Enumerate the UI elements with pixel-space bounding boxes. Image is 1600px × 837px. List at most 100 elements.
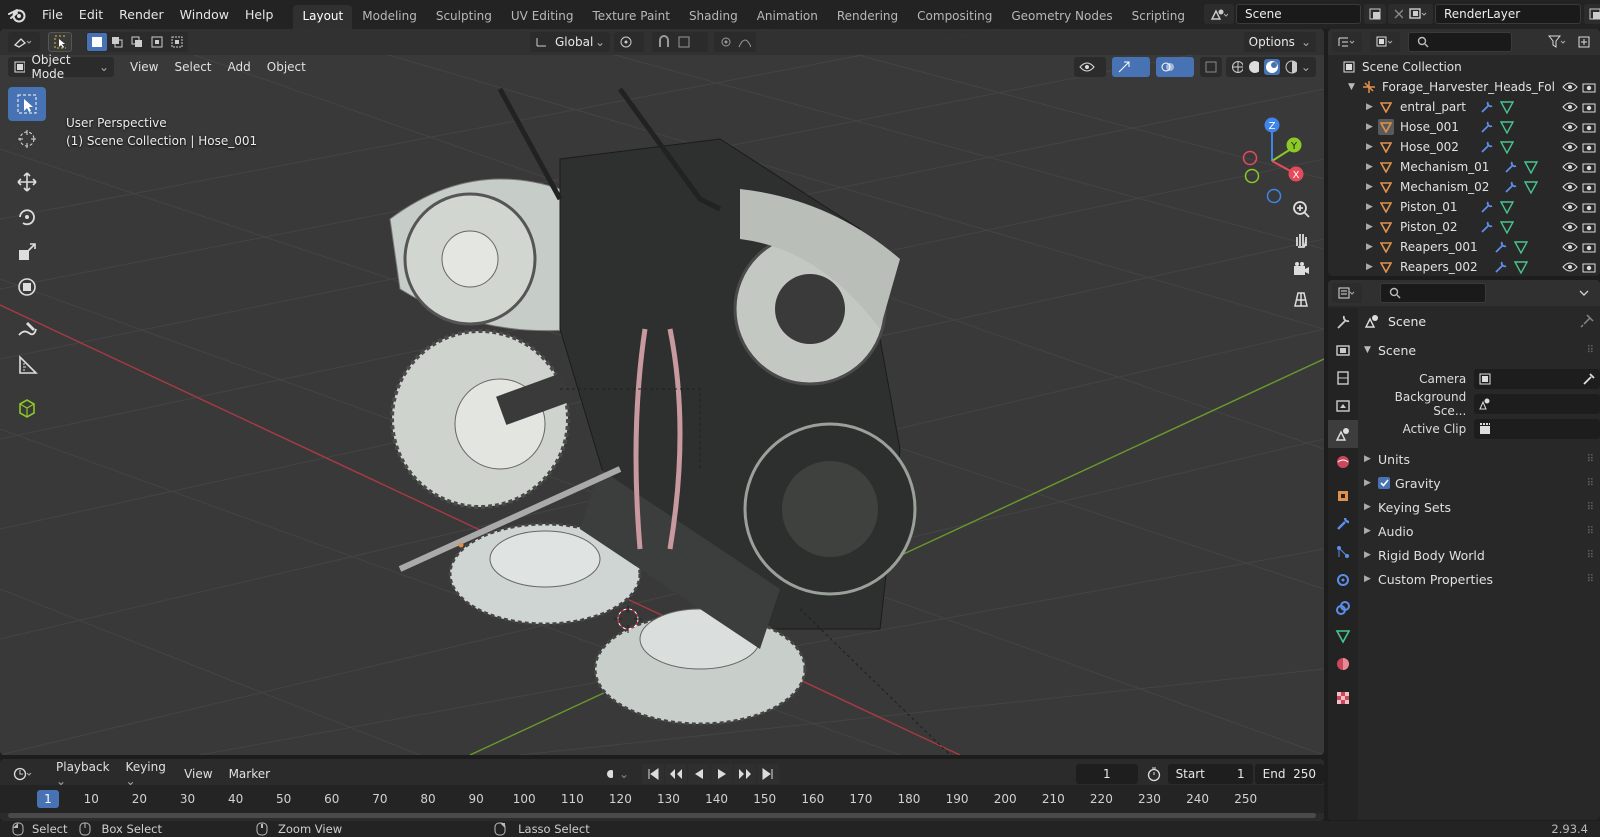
mesh-data-icon[interactable] <box>1514 260 1528 274</box>
tab-compositing[interactable]: Compositing <box>908 5 1001 29</box>
outliner-item[interactable]: ▶ Hose_002 <box>1328 137 1600 157</box>
outliner-item[interactable]: ▶ Reapers_001 <box>1328 237 1600 257</box>
material-tab-icon[interactable] <box>1328 650 1358 678</box>
tool-tab-icon[interactable] <box>1328 308 1358 336</box>
menu-select[interactable]: Select <box>166 60 219 74</box>
visibility-eye-icon[interactable] <box>1562 261 1578 273</box>
timeline-editor-type-icon[interactable] <box>8 764 40 784</box>
background-scene-field[interactable] <box>1474 393 1600 414</box>
camera-field[interactable] <box>1474 368 1600 389</box>
play-reverse-icon[interactable] <box>688 764 711 784</box>
visibility-eye-icon[interactable] <box>1562 81 1578 93</box>
units-subpanel[interactable]: ▶ Units ⠿ <box>1360 447 1600 471</box>
view-layer-name-field[interactable]: RenderLayer <box>1435 4 1581 24</box>
audio-subpanel[interactable]: ▶ Audio ⠿ <box>1360 519 1600 543</box>
render-camera-icon[interactable] <box>1582 141 1596 153</box>
output-tab-icon[interactable] <box>1328 364 1358 392</box>
harvester-model[interactable] <box>389 87 951 755</box>
jump-end-icon[interactable] <box>757 764 780 784</box>
modifier-wrench-icon[interactable] <box>1480 120 1494 134</box>
outliner-item[interactable]: ▶ Mechanism_02 <box>1328 177 1600 197</box>
filter-icon[interactable] <box>1542 32 1572 52</box>
scene-panel-header[interactable]: ▼ Scene ⠿ <box>1360 338 1600 362</box>
drag-handle-icon[interactable]: ⠿ <box>1587 574 1594 585</box>
texture-tab-icon[interactable] <box>1328 684 1358 712</box>
navigation-gizmo[interactable]: Z Y X <box>1238 117 1324 207</box>
menu-file[interactable]: File <box>34 0 71 29</box>
timeline-scrollbar[interactable] <box>8 813 1316 818</box>
display-mode-icon[interactable] <box>1370 32 1400 52</box>
select-invert-icon[interactable] <box>147 33 167 51</box>
modifiers-tab-icon[interactable] <box>1328 510 1358 538</box>
options-dropdown[interactable]: Options ⌄ <box>1243 32 1316 52</box>
data-tab-icon[interactable] <box>1328 622 1358 650</box>
mesh-data-icon[interactable] <box>1524 180 1538 194</box>
outliner-item[interactable]: ▶ Mechanism_01 <box>1328 157 1600 177</box>
active-tool-icon[interactable] <box>48 32 72 52</box>
keying-sets-subpanel[interactable]: ▶ Keying Sets ⠿ <box>1360 495 1600 519</box>
menu-keying[interactable]: Keying ⌄ <box>118 760 177 788</box>
expand-arrow-icon[interactable]: ▶ <box>1366 262 1378 272</box>
scene-browse-icon[interactable] <box>1204 4 1234 24</box>
pivot-point-icon[interactable] <box>614 32 644 52</box>
neg-y-axis-icon[interactable] <box>1244 168 1260 184</box>
pin-icon[interactable] <box>1580 314 1594 328</box>
tab-rendering[interactable]: Rendering <box>828 5 907 29</box>
modifier-wrench-icon[interactable] <box>1480 220 1494 234</box>
view-layer-browse-icon[interactable] <box>1403 4 1433 24</box>
world-tab-icon[interactable] <box>1328 448 1358 476</box>
drag-handle-icon[interactable]: ⠿ <box>1587 345 1594 356</box>
visibility-eye-icon[interactable] <box>1562 181 1578 193</box>
render-tab-icon[interactable] <box>1328 336 1358 364</box>
jump-start-icon[interactable] <box>642 764 665 784</box>
proportional-editing-icon[interactable] <box>714 32 756 52</box>
add-cube-tool-icon[interactable] <box>8 391 46 425</box>
scene-tab-icon[interactable] <box>1328 420 1358 448</box>
menu-playback[interactable]: Playback ⌄ <box>48 760 118 788</box>
select-subtract-icon[interactable] <box>127 33 147 51</box>
constraints-tab-icon[interactable] <box>1328 594 1358 622</box>
menu-render[interactable]: Render <box>111 0 172 29</box>
rendered-shading-icon[interactable] <box>1285 60 1297 74</box>
pan-hand-icon[interactable] <box>1287 225 1315 253</box>
menu-view[interactable]: View <box>122 60 166 74</box>
tab-uv-editing[interactable]: UV Editing <box>502 5 583 29</box>
scale-tool-icon[interactable] <box>8 235 46 269</box>
physics-tab-icon[interactable] <box>1328 566 1358 594</box>
perspective-toggle-icon[interactable] <box>1287 285 1315 313</box>
start-frame-field[interactable]: Start 1 <box>1167 764 1253 784</box>
tab-texture-paint[interactable]: Texture Paint <box>584 5 679 29</box>
mesh-data-icon[interactable] <box>1500 140 1514 154</box>
drag-handle-icon[interactable]: ⠿ <box>1587 454 1594 465</box>
tab-sculpting[interactable]: Sculpting <box>427 5 501 29</box>
blender-logo-icon[interactable] <box>0 0 34 29</box>
tab-layout[interactable]: Layout <box>293 5 353 29</box>
material-preview-shading-icon[interactable] <box>1264 59 1281 75</box>
visibility-eye-icon[interactable] <box>1562 221 1578 233</box>
mesh-data-icon[interactable] <box>1500 200 1514 214</box>
menu-object[interactable]: Object <box>259 60 314 74</box>
outliner-item[interactable]: ▶ Piston_01 <box>1328 197 1600 217</box>
modifier-wrench-icon[interactable] <box>1504 160 1518 174</box>
drag-handle-icon[interactable]: ⠿ <box>1587 502 1594 513</box>
outliner-item[interactable]: ▶ entral_part <box>1328 97 1600 117</box>
expand-arrow-icon[interactable]: ▶ <box>1366 102 1378 112</box>
move-tool-icon[interactable] <box>8 165 46 199</box>
editor-type-icon[interactable] <box>8 32 40 52</box>
gravity-checkbox[interactable] <box>1378 477 1390 489</box>
custom-properties-subpanel[interactable]: ▶ Custom Properties ⠿ <box>1360 567 1600 591</box>
properties-options-chevron-icon[interactable] <box>1574 283 1594 303</box>
tab-geometry-nodes[interactable]: Geometry Nodes <box>1002 5 1121 29</box>
current-frame-marker[interactable]: 1 <box>37 790 59 808</box>
modifier-wrench-icon[interactable] <box>1494 260 1508 274</box>
expand-arrow-icon[interactable]: ▶ <box>1366 242 1378 252</box>
neg-z-axis-icon[interactable] <box>1266 188 1282 204</box>
active-clip-field[interactable] <box>1474 418 1600 439</box>
new-collection-icon[interactable] <box>1574 32 1594 52</box>
expand-arrow-icon[interactable]: ▶ <box>1366 142 1378 152</box>
outliner-parent-row[interactable]: ▼ Forage_Harvester_Heads_Fol <box>1328 77 1600 97</box>
outliner-item[interactable]: ▶ Hose_001 <box>1328 117 1600 137</box>
render-camera-icon[interactable] <box>1582 241 1596 253</box>
eyedropper-icon[interactable] <box>1582 372 1596 386</box>
modifier-wrench-icon[interactable] <box>1480 140 1494 154</box>
